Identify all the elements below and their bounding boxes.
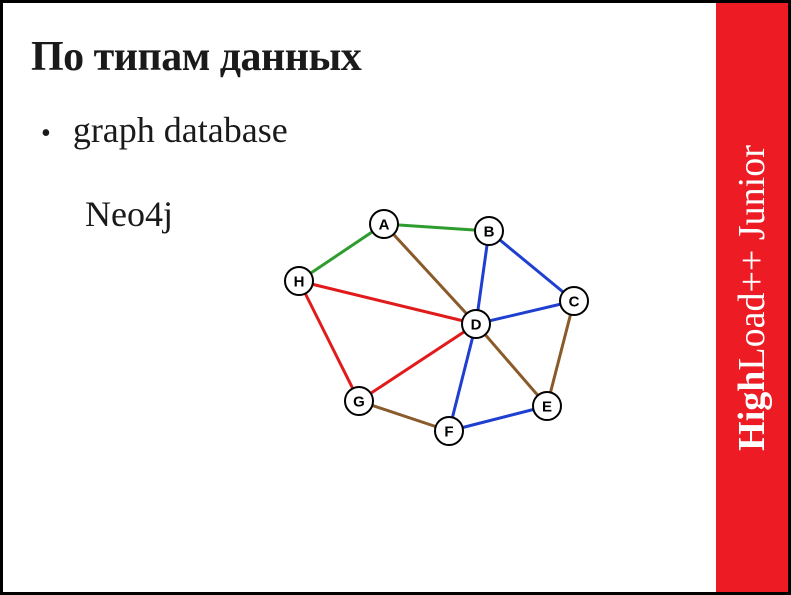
node-label-A: A (379, 217, 390, 234)
brand-junior: Junior (731, 145, 773, 250)
content-area: По типам данных • graph database Neo4j A… (3, 3, 716, 592)
edge-E-F (449, 406, 547, 431)
node-label-H: H (294, 274, 305, 291)
node-label-G: G (353, 394, 365, 411)
edge-A-D (384, 224, 476, 324)
edge-A-H (299, 224, 384, 281)
brand-load: Load++ (731, 249, 773, 370)
bullet-text: graph database (73, 109, 288, 151)
edge-D-H (299, 281, 476, 324)
brand-text: HighLoad++ Junior (730, 145, 774, 451)
brand-high: High (731, 370, 773, 450)
node-label-F: F (444, 424, 453, 441)
edge-D-E (476, 324, 547, 406)
brand-sidebar: HighLoad++ Junior (716, 3, 788, 592)
edge-A-B (384, 224, 489, 231)
slide-title: По типам данных (31, 33, 688, 81)
bullet-item: • graph database (41, 109, 688, 151)
node-label-B: B (484, 224, 495, 241)
bullet-dot-icon: • (41, 118, 51, 150)
node-label-E: E (542, 399, 552, 416)
edge-C-D (476, 301, 574, 324)
graph-diagram: A B C D E F G H (269, 196, 619, 476)
edge-G-H (299, 281, 359, 401)
edge-C-E (547, 301, 574, 406)
node-label-D: D (471, 317, 482, 334)
node-label-C: C (569, 294, 580, 311)
edge-B-C (489, 231, 574, 301)
slide: По типам данных • graph database Neo4j A… (3, 3, 788, 592)
